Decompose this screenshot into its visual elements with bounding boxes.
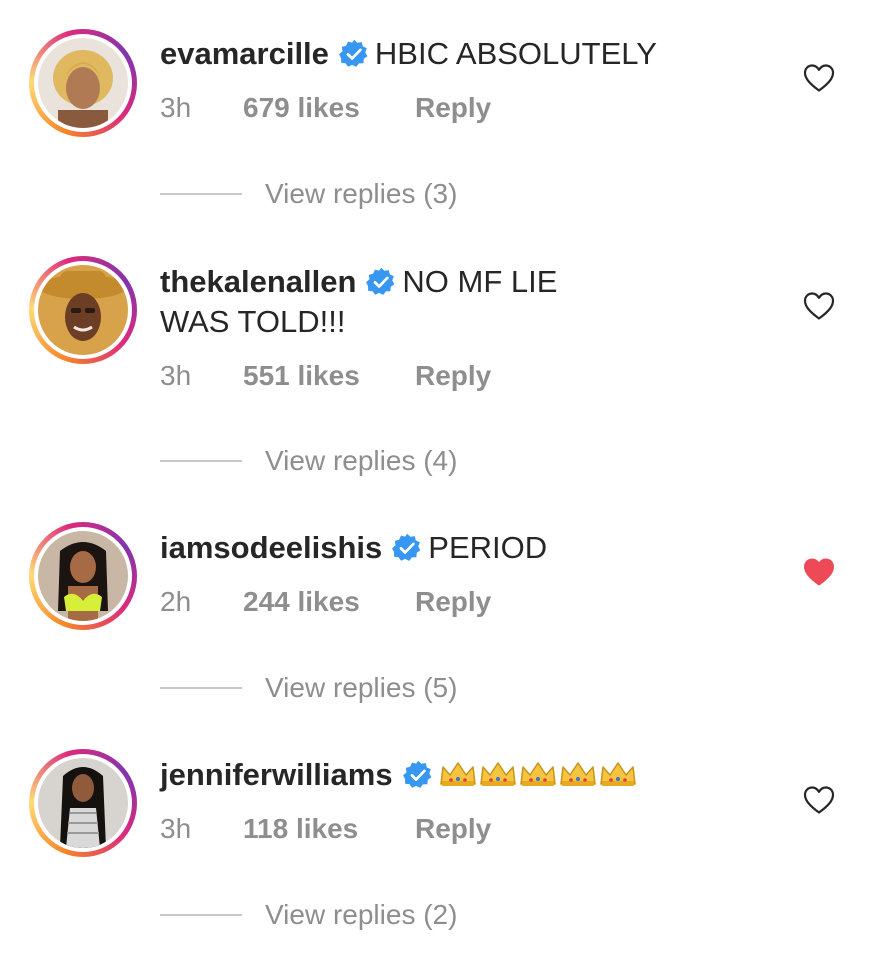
heart-outline-icon[interactable] xyxy=(803,291,835,321)
view-replies-label: View replies (2) xyxy=(265,899,458,930)
verified-badge-icon xyxy=(366,267,395,295)
comment-time: 3h xyxy=(160,92,192,123)
view-replies-label: View replies (4) xyxy=(265,445,458,476)
heart-outline-icon[interactable] xyxy=(803,63,835,93)
comment-text-continued: WAS TOLD!!! xyxy=(160,304,346,339)
avatar-photo xyxy=(38,531,128,621)
comment-text: NO MF LIE xyxy=(402,264,558,299)
reply-button[interactable]: Reply xyxy=(415,360,491,392)
comment-text: PERIOD xyxy=(428,530,548,565)
divider xyxy=(160,687,242,689)
avatar-photo xyxy=(38,38,128,128)
divider xyxy=(160,914,242,916)
divider xyxy=(160,193,242,195)
comment-time: 3h xyxy=(160,360,192,391)
crown-icon xyxy=(439,759,639,799)
comment-time: 2h xyxy=(160,586,192,617)
avatar[interactable] xyxy=(29,29,137,137)
reply-button[interactable]: Reply xyxy=(415,92,491,124)
heart-outline-icon[interactable] xyxy=(803,785,835,815)
comment-text: HBIC ABSOLUTELY xyxy=(374,36,657,71)
verified-badge-icon xyxy=(402,760,431,788)
avatar[interactable] xyxy=(29,522,137,630)
verified-badge-icon xyxy=(339,39,368,67)
heart-filled-icon[interactable] xyxy=(803,557,835,587)
divider xyxy=(160,460,242,462)
verified-badge-icon xyxy=(392,533,421,561)
username[interactable]: iamsodeelishis xyxy=(160,530,382,565)
reply-button[interactable]: Reply xyxy=(415,586,491,618)
username[interactable]: evamarcille xyxy=(160,36,329,71)
view-replies-label: View replies (3) xyxy=(265,178,458,209)
username[interactable]: jenniferwilliams xyxy=(160,757,393,792)
username[interactable]: thekalenallen xyxy=(160,264,356,299)
view-replies-label: View replies (5) xyxy=(265,672,458,703)
likes-count[interactable]: 244 likes xyxy=(243,586,360,618)
avatar-photo xyxy=(38,265,128,355)
likes-count[interactable]: 679 likes xyxy=(243,92,360,124)
likes-count[interactable]: 551 likes xyxy=(243,360,360,392)
comment-time: 3h xyxy=(160,813,192,844)
avatar-photo xyxy=(38,758,128,848)
avatar[interactable] xyxy=(29,749,137,857)
likes-count[interactable]: 118 likes xyxy=(243,813,358,845)
avatar[interactable] xyxy=(29,256,137,364)
reply-button[interactable]: Reply xyxy=(415,813,491,845)
